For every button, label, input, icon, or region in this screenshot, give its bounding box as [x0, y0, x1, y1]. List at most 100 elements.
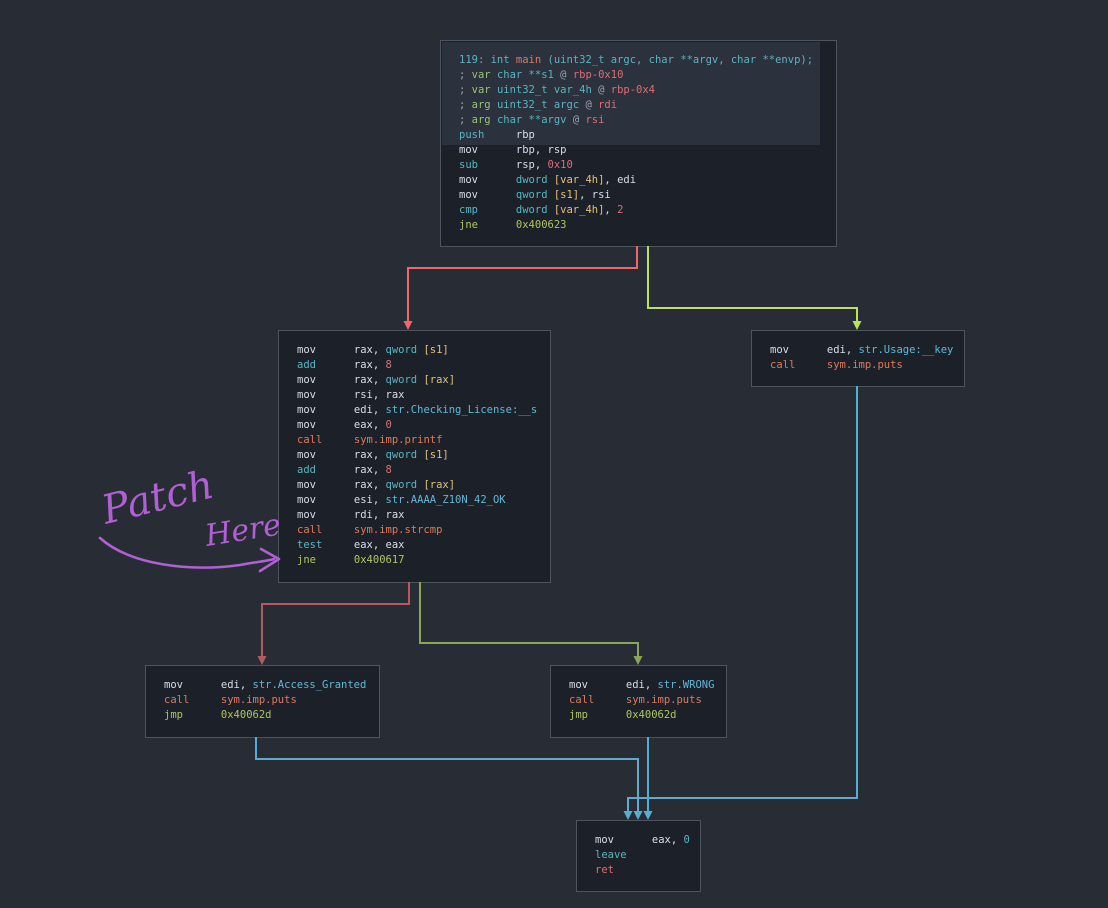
- asm-line[interactable]: call sym.imp.puts: [569, 693, 726, 708]
- asm-line[interactable]: ; arg char **argv @ rsi: [459, 113, 836, 128]
- asm-token: [s1]: [554, 189, 579, 201]
- asm-line[interactable]: sub rsp, 0x10: [459, 158, 836, 173]
- asm-line[interactable]: jmp 0x40062d: [569, 708, 726, 723]
- asm-token: rsi, rax: [354, 389, 405, 401]
- asm-token: var: [472, 69, 497, 81]
- asm-token: uint32_t var_4h: [497, 84, 592, 96]
- asm-token: jmp: [164, 709, 221, 721]
- asm-line[interactable]: add rax, 8: [297, 358, 550, 373]
- asm-token: leave: [595, 849, 627, 861]
- asm-token: [var_4h]: [554, 204, 605, 216]
- asm-token: ,: [604, 204, 617, 216]
- asm-token: esi,: [354, 494, 386, 506]
- asm-line[interactable]: mov esi, str.AAAA_Z10N_42_OK: [297, 493, 550, 508]
- asm-line[interactable]: mov rax, qword [rax]: [297, 478, 550, 493]
- asm-line[interactable]: mov edi, str.Usage:__key: [770, 343, 964, 358]
- asm-token: 0x40062d: [626, 709, 677, 721]
- block-lines: mov edi, str.Usage:__keycall sym.imp.put…: [752, 331, 964, 373]
- asm-token: mov: [297, 494, 354, 506]
- asm-line[interactable]: ; arg uint32_t argc @ rdi: [459, 98, 836, 113]
- asm-token: qword: [386, 374, 424, 386]
- asm-token: 8: [386, 464, 392, 476]
- asm-token: @: [567, 114, 586, 126]
- asm-token: jmp: [569, 709, 626, 721]
- asm-token: mov: [770, 344, 827, 356]
- asm-token: rdi: [598, 99, 617, 111]
- asm-line[interactable]: mov qword [s1], rsi: [459, 188, 836, 203]
- block-wrong[interactable]: mov edi, str.WRONGcall sym.imp.putsjmp 0…: [550, 665, 727, 738]
- block-license-check[interactable]: mov rax, qword [s1]add rax, 8mov rax, qw…: [278, 330, 551, 583]
- asm-line[interactable]: leave: [595, 848, 700, 863]
- asm-line[interactable]: 119: int main (uint32_t argc, char **arg…: [459, 53, 836, 68]
- block-access-granted[interactable]: mov edi, str.Access_Grantedcall sym.imp.…: [145, 665, 380, 738]
- asm-line[interactable]: mov eax, 0: [297, 418, 550, 433]
- asm-token: sym.imp.puts: [221, 694, 297, 706]
- asm-token: 2: [617, 204, 623, 216]
- asm-line[interactable]: jne 0x400623: [459, 218, 836, 233]
- asm-line[interactable]: mov rax, qword [s1]: [297, 448, 550, 463]
- asm-token: sym.imp.puts: [827, 359, 903, 371]
- asm-line[interactable]: mov rax, qword [s1]: [297, 343, 550, 358]
- asm-line[interactable]: jmp 0x40062d: [164, 708, 379, 723]
- asm-line[interactable]: mov edi, str.Checking_License:__s: [297, 403, 550, 418]
- asm-line[interactable]: mov rbp, rsp: [459, 143, 836, 158]
- asm-token: mov: [297, 509, 354, 521]
- asm-token: str.AAAA_Z10N_42_OK: [386, 494, 506, 506]
- asm-token: 0x10: [548, 159, 573, 171]
- asm-token: [s1]: [423, 449, 448, 461]
- asm-token: sym.imp.strcmp: [354, 524, 443, 536]
- graph-canvas[interactable]: 119: int main (uint32_t argc, char **arg…: [0, 0, 1108, 908]
- block-lines: 119: int main (uint32_t argc, char **arg…: [441, 41, 836, 233]
- asm-token: dword: [516, 204, 554, 216]
- asm-token: main: [516, 54, 541, 66]
- asm-token: qword: [386, 479, 424, 491]
- block-lines: mov eax, 0leave ret: [577, 821, 700, 878]
- asm-line[interactable]: mov rsi, rax: [297, 388, 550, 403]
- asm-token: arg: [472, 99, 497, 111]
- asm-token: test: [297, 539, 354, 551]
- asm-line[interactable]: mov dword [var_4h], edi: [459, 173, 836, 188]
- asm-token: [rax]: [423, 374, 455, 386]
- asm-line[interactable]: mov rax, qword [rax]: [297, 373, 550, 388]
- asm-token: call: [770, 359, 827, 371]
- asm-line[interactable]: add rax, 8: [297, 463, 550, 478]
- asm-token: mov: [459, 189, 516, 201]
- block-main-entry[interactable]: 119: int main (uint32_t argc, char **arg…: [440, 40, 837, 247]
- asm-token: ;: [459, 114, 472, 126]
- asm-token: mov: [297, 389, 354, 401]
- asm-token: eax,: [354, 419, 386, 431]
- asm-token: edi,: [221, 679, 253, 691]
- asm-line[interactable]: test eax, eax: [297, 538, 550, 553]
- asm-token: rbp-0x4: [611, 84, 655, 96]
- asm-line[interactable]: call sym.imp.printf: [297, 433, 550, 448]
- asm-token: mov: [569, 679, 626, 691]
- asm-line[interactable]: push rbp: [459, 128, 836, 143]
- asm-line[interactable]: mov rdi, rax: [297, 508, 550, 523]
- asm-token: call: [297, 434, 354, 446]
- asm-line[interactable]: mov edi, str.WRONG: [569, 678, 726, 693]
- asm-line[interactable]: mov edi, str.Access_Granted: [164, 678, 379, 693]
- asm-line[interactable]: ret: [595, 863, 700, 878]
- asm-token: call: [164, 694, 221, 706]
- asm-token: [rax]: [423, 479, 455, 491]
- asm-token: rbp, rsp: [516, 144, 567, 156]
- block-usage[interactable]: mov edi, str.Usage:__keycall sym.imp.put…: [751, 330, 965, 387]
- asm-token: ;: [459, 84, 472, 96]
- asm-token: dword: [516, 174, 554, 186]
- asm-token: call: [297, 524, 354, 536]
- block-exit[interactable]: mov eax, 0leave ret: [576, 820, 701, 892]
- asm-token: rbp: [516, 129, 535, 141]
- asm-token: mov: [297, 344, 354, 356]
- asm-line[interactable]: call sym.imp.puts: [770, 358, 964, 373]
- asm-line[interactable]: ; var char **s1 @ rbp-0x10: [459, 68, 836, 83]
- asm-line[interactable]: mov eax, 0: [595, 833, 700, 848]
- asm-token: eax, eax: [354, 539, 405, 551]
- asm-token: edi,: [354, 404, 386, 416]
- asm-line[interactable]: call sym.imp.puts: [164, 693, 379, 708]
- asm-token: str.Checking_License:__s: [386, 404, 538, 416]
- asm-line[interactable]: ; var uint32_t var_4h @ rbp-0x4: [459, 83, 836, 98]
- asm-token: (uint32_t argc, char **argv, char **envp…: [541, 54, 813, 66]
- asm-line[interactable]: call sym.imp.strcmp: [297, 523, 550, 538]
- asm-line[interactable]: jne 0x400617: [297, 553, 550, 568]
- asm-line[interactable]: cmp dword [var_4h], 2: [459, 203, 836, 218]
